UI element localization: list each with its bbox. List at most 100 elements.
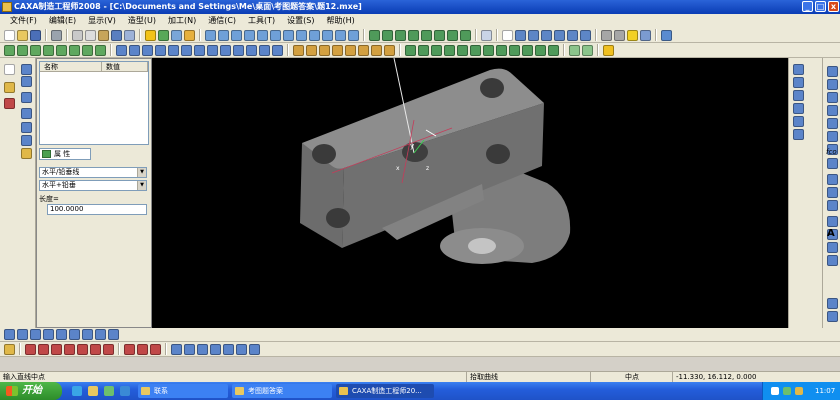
line-type-select[interactable]: 水平+铅垂 ▼ [39,180,147,191]
toggle-icon[interactable] [481,29,492,41]
join-icon[interactable] [793,116,804,127]
rectangle-icon[interactable] [827,105,838,116]
sweep-icon[interactable] [30,44,41,56]
quick-launch-folder-icon[interactable] [88,386,98,396]
surface-stitch-icon[interactable] [319,44,330,56]
cut-icon[interactable] [72,29,83,41]
shell-icon[interactable] [155,44,166,56]
menu-edit[interactable]: 编辑(E) [43,14,82,28]
spline-icon[interactable] [827,131,838,142]
extrude-icon[interactable] [4,44,15,56]
loft-icon[interactable] [43,44,54,56]
offset-curve-icon[interactable] [827,255,838,266]
boolean-icon[interactable] [220,44,231,56]
wire-icon[interactable] [382,29,393,41]
color-icon[interactable] [4,98,15,109]
ellipse-icon[interactable] [827,174,838,185]
view-oblique-icon[interactable] [69,329,80,340]
redo-icon[interactable] [124,29,135,41]
tree-icon[interactable] [21,122,32,133]
shaded-icon[interactable] [408,29,419,41]
tab-properties[interactable]: 属 性 [39,148,91,160]
view-left-icon[interactable] [296,29,307,41]
split-icon[interactable] [233,44,244,56]
project-icon[interactable] [827,242,838,253]
coordinate-icon[interactable] [21,108,32,119]
menu-settings[interactable]: 设置(S) [281,14,320,28]
wand-icon[interactable] [158,29,169,41]
tray-ime-icon[interactable] [795,387,803,395]
thicken-icon[interactable] [246,44,257,56]
revolve-icon[interactable] [17,44,28,56]
copy-icon[interactable] [85,29,96,41]
feature-icon[interactable] [21,135,32,146]
tray-network-icon[interactable] [771,387,779,395]
task-caxa-app[interactable]: CAXA制造工程师20... [336,384,434,398]
edit-pencil-icon[interactable] [4,343,15,355]
curve-offset-icon[interactable] [124,343,135,355]
window-icon[interactable] [502,29,513,41]
mirror-icon[interactable] [207,44,218,56]
hidden-icon[interactable] [395,29,406,41]
mirror-transform-icon[interactable] [210,343,221,355]
dimension-icon[interactable] [827,298,838,309]
cut-extrude-icon[interactable] [56,44,67,56]
arc-icon[interactable] [827,118,838,129]
view-section-icon[interactable] [335,29,346,41]
rotate-icon[interactable] [567,29,578,41]
view-front-plane-icon[interactable] [17,329,28,340]
curve-chamfer-icon[interactable] [64,343,75,355]
trophy-icon[interactable] [603,44,614,56]
move-icon[interactable] [171,343,182,355]
pocket-icon[interactable] [522,44,533,56]
surface-merge-icon[interactable] [358,44,369,56]
view-top-plane-icon[interactable] [30,329,41,340]
zoom-out-icon[interactable] [541,29,552,41]
status-snap[interactable]: 中点 [590,372,670,382]
pattern-icon[interactable] [194,44,205,56]
curve-break-icon[interactable] [38,343,49,355]
viewport-3d[interactable]: y x z [152,58,788,328]
paste-icon[interactable] [98,29,109,41]
view-back-icon[interactable] [270,29,281,41]
pencil-icon[interactable] [4,82,15,93]
close-button[interactable]: x [828,1,839,12]
polygon-icon[interactable] [827,158,838,169]
start-button[interactable]: 开始 [0,382,62,400]
roughing-icon[interactable] [470,44,481,56]
render-icon[interactable] [460,29,471,41]
snap-icon[interactable] [569,44,580,56]
measure-icon[interactable] [661,29,672,41]
print-icon[interactable] [51,29,62,41]
shade-mode-icon[interactable] [601,29,612,41]
zoom-window-icon[interactable] [515,29,526,41]
wireframe-mode-icon[interactable] [614,29,625,41]
scale-transform-icon[interactable] [236,343,247,355]
chevron-down-icon[interactable]: ▼ [137,168,146,177]
text-curve-icon[interactable] [827,216,838,227]
pan-icon[interactable] [580,29,591,41]
surface-offset-icon[interactable] [345,44,356,56]
extend-icon[interactable] [793,90,804,101]
annotate-icon[interactable] [827,311,838,322]
surface-extend-icon[interactable] [293,44,304,56]
view-rotate-icon[interactable] [82,329,93,340]
view-side-icon[interactable] [244,29,255,41]
surface-fill-icon[interactable] [332,44,343,56]
polyline-icon[interactable] [827,79,838,90]
view-right-icon[interactable] [309,29,320,41]
transform-icon[interactable] [793,129,804,140]
axis-icon[interactable] [21,92,32,103]
circle-icon[interactable] [827,92,838,103]
undo-icon[interactable] [111,29,122,41]
finishing-icon[interactable] [483,44,494,56]
menu-help[interactable]: 帮助(H) [321,14,361,28]
line-icon[interactable] [827,66,838,77]
menu-tools[interactable]: 工具(T) [242,14,281,28]
filter-icon[interactable] [171,29,182,41]
menu-view[interactable]: 显示(V) [82,14,122,28]
view-top-icon[interactable] [231,29,242,41]
menu-file[interactable]: 文件(F) [4,14,43,28]
minimize-button[interactable]: _ [802,1,813,12]
curve-extend-icon[interactable] [77,343,88,355]
